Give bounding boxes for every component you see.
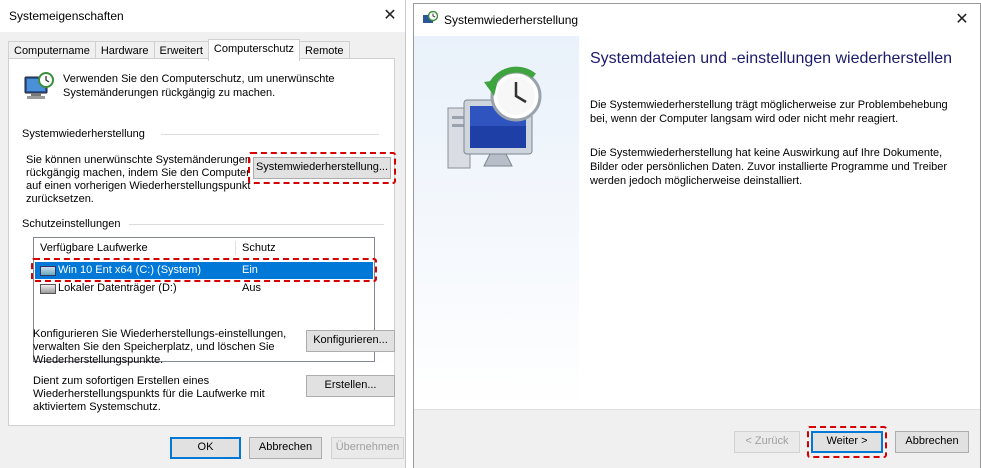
back-button: < Zurück	[734, 431, 800, 453]
configure-button[interactable]: Konfigurieren...	[306, 330, 395, 352]
intro-text: Verwenden Sie den Computerschutz, um une…	[63, 73, 335, 99]
drive-name: Lokaler Datenträger (D:)	[58, 282, 177, 294]
system-restore-wizard-window: Systemwiederherstellung ✕ Systemdateien …	[413, 3, 981, 468]
left-close-icon[interactable]: ✕	[380, 6, 400, 26]
wizard-side-panel	[414, 36, 579, 409]
left-window-title: Systemeigenschaften	[9, 9, 124, 23]
right-titlebar: Systemwiederherstellung ✕	[414, 4, 980, 36]
column-header-drives[interactable]: Verfügbare Laufwerke	[34, 238, 234, 258]
left-titlebar: Systemeigenschaften ✕	[0, 0, 405, 32]
computerschutz-panel: Verwenden Sie den Computerschutz, um une…	[8, 58, 396, 426]
wizard-cancel-button[interactable]: Abbrechen	[895, 431, 969, 453]
wizard-heading: Systemdateien und -einstellungen wiederh…	[590, 50, 952, 67]
drive-row-c[interactable]: Win 10 Ent x64 (C:) (System) Ein	[35, 262, 373, 279]
system-restore-clock-icon	[447, 66, 542, 169]
drive-icon	[40, 284, 56, 294]
drive-protection-status: Ein	[242, 264, 258, 276]
drive-name: Win 10 Ent x64 (C:) (System)	[58, 264, 202, 276]
system-restore-title-icon	[423, 11, 438, 23]
next-button[interactable]: Weiter >	[811, 431, 883, 453]
restore-section-label: Systemwiederherstellung	[22, 128, 145, 140]
drive-row-d[interactable]: Lokaler Datenträger (D:) Aus	[35, 280, 373, 297]
right-close-icon[interactable]: ✕	[952, 10, 972, 30]
apply-button: Übernehmen	[331, 437, 404, 459]
protection-section-label: Schutzeinstellungen	[22, 218, 121, 230]
create-button[interactable]: Erstellen...	[306, 375, 395, 397]
create-description: Dient zum sofortigen Erstellen eines Wie…	[33, 375, 265, 413]
system-protection-icon	[24, 72, 54, 99]
configure-description: Konfigurieren Sie Wiederherstellungs-ein…	[33, 328, 287, 366]
drive-protection-status: Aus	[242, 282, 261, 294]
system-properties-window: Systemeigenschaften ✕ Computername Hardw…	[0, 0, 406, 468]
wizard-paragraph-2: Die Systemwiederherstellung hat keine Au…	[590, 147, 948, 187]
cancel-button[interactable]: Abbrechen	[249, 437, 322, 459]
system-restore-button[interactable]: Systemwiederherstellung...	[253, 157, 391, 179]
ok-button[interactable]: OK	[170, 437, 241, 459]
tab-strip: Computername Hardware Erweitert Computer…	[8, 39, 350, 61]
tab-computerschutz[interactable]: Computerschutz	[207, 39, 301, 61]
protection-section-divider	[129, 224, 384, 225]
right-window-title: Systemwiederherstellung	[444, 13, 579, 27]
restore-description: Sie können unerwünschte Systemänderungen…	[26, 154, 252, 205]
system-drive-icon	[40, 266, 56, 276]
column-header-protection[interactable]: Schutz	[236, 238, 366, 258]
wizard-paragraph-1: Die Systemwiederherstellung trägt möglic…	[590, 99, 948, 125]
restore-section-divider	[161, 134, 379, 135]
